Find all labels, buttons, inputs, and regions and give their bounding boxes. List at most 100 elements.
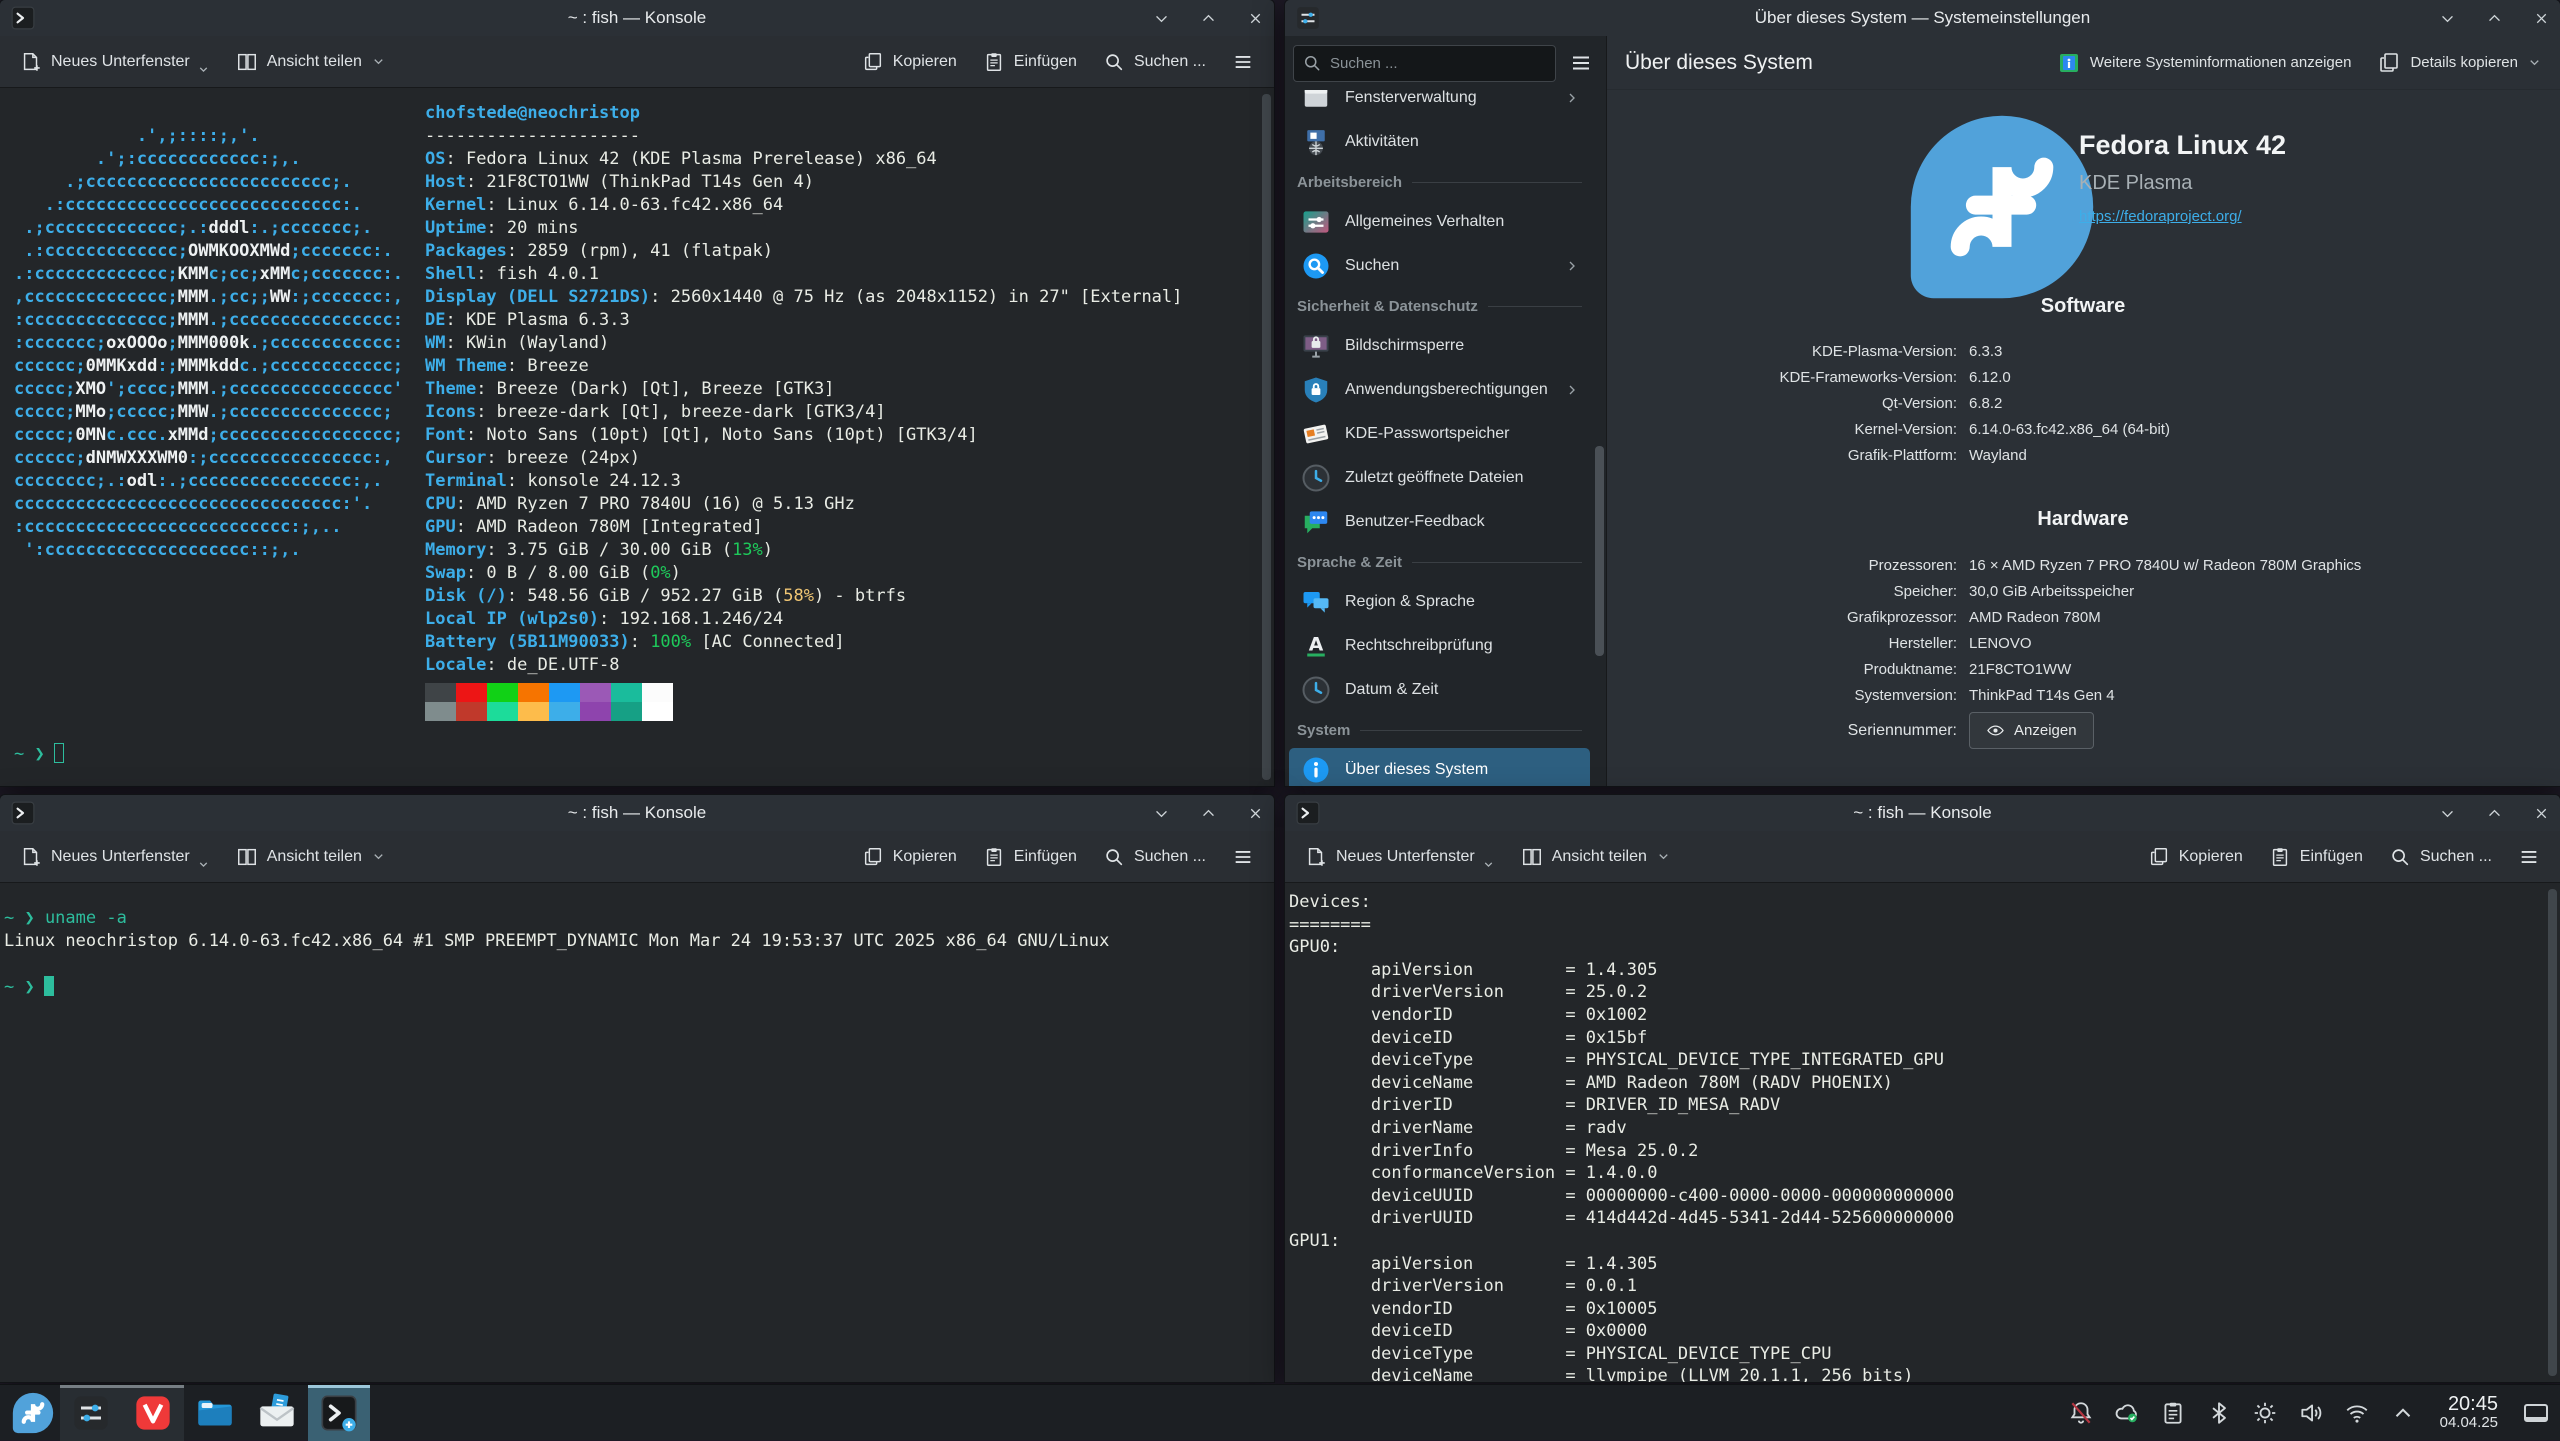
serial-show-button[interactable]: Anzeigen	[1969, 712, 2094, 749]
close-button[interactable]	[2533, 10, 2550, 27]
palette-swatch	[425, 683, 456, 702]
clipboard-icon[interactable]	[2160, 1400, 2186, 1426]
terminal-area[interactable]: ~ ❯ uname -a Linux neochristop 6.14.0-63…	[0, 883, 1274, 1382]
hardware-info-rows: Prozessoren:16 × AMD Ryzen 7 PRO 7840U w…	[1607, 552, 2560, 708]
sidebar-item-permissions[interactable]: Anwendungsberechtigungen	[1289, 368, 1590, 412]
wifi-icon[interactable]	[2344, 1400, 2370, 1426]
new-tab-button[interactable]: Neues Unterfenster	[1295, 835, 1505, 878]
minimize-button[interactable]	[2439, 10, 2456, 27]
task-vivaldi[interactable]	[122, 1385, 184, 1441]
chevron-down-icon	[1656, 849, 1671, 864]
copy-button[interactable]: Kopieren	[2138, 839, 2253, 875]
brightness-icon[interactable]	[2252, 1400, 2278, 1426]
paste-button[interactable]: Einfügen	[2259, 839, 2373, 875]
copy-icon	[2148, 846, 2170, 868]
more-system-info-button[interactable]: Weitere Systeminformationen anzeigen	[2057, 51, 2352, 75]
language-icon	[1301, 587, 1331, 617]
hamburger-menu-button[interactable]	[1222, 839, 1264, 875]
expand-tray-icon[interactable]	[2390, 1400, 2416, 1426]
sidebar-item-screenlock[interactable]: Bildschirmsperre	[1289, 324, 1590, 368]
palette-swatch	[611, 702, 642, 721]
split-view-icon	[236, 51, 258, 73]
close-button[interactable]	[1247, 805, 1264, 822]
sidebar-item-clock[interactable]: Datum & Zeit	[1289, 668, 1590, 712]
split-view-button[interactable]: Ansicht teilen	[226, 839, 396, 875]
hamburger-menu-button[interactable]	[1222, 44, 1264, 80]
split-view-label: Ansicht teilen	[267, 848, 362, 866]
digital-clock[interactable]: 20:45 04.04.25	[2440, 1393, 2498, 1432]
search-button[interactable]: Suchen ...	[2379, 839, 2502, 875]
notifications-muted-icon[interactable]	[2068, 1400, 2094, 1426]
new-tab-button[interactable]: Neues Unterfenster	[10, 835, 220, 878]
task-konsole[interactable]	[308, 1385, 370, 1441]
search-button[interactable]: Suchen ...	[1093, 44, 1216, 80]
uname-output: Linux neochristop 6.14.0-63.fc42.x86_64 …	[4, 931, 1109, 951]
maximize-button[interactable]	[2486, 805, 2503, 822]
volume-icon[interactable]	[2298, 1400, 2324, 1426]
paste-button[interactable]: Einfügen	[973, 44, 1087, 80]
hamburger-icon	[2518, 846, 2540, 868]
hamburger-icon	[1232, 51, 1254, 73]
sidebar-menu-button[interactable]	[1564, 46, 1598, 80]
new-tab-label: Neues Unterfenster	[51, 848, 190, 866]
task-dolphin[interactable]	[184, 1385, 246, 1441]
copy-details-button[interactable]: Details kopieren	[2377, 51, 2542, 75]
scrollbar[interactable]	[1262, 94, 1271, 780]
titlebar[interactable]: ~ : fish — Konsole	[0, 795, 1274, 831]
konsole-app-icon	[10, 800, 36, 826]
minimize-button[interactable]	[1153, 805, 1170, 822]
new-tab-button[interactable]: Neues Unterfenster	[10, 40, 220, 83]
close-button[interactable]	[1247, 10, 1264, 27]
maximize-button[interactable]	[1200, 10, 1217, 27]
task-system-settings[interactable]	[60, 1385, 122, 1441]
search-icon	[2389, 846, 2411, 868]
paste-label: Einfügen	[2300, 848, 2363, 866]
close-button[interactable]	[2533, 805, 2550, 822]
titlebar[interactable]: Über dieses System — Systemeinstellungen	[1285, 0, 2560, 36]
split-view-button[interactable]: Ansicht teilen	[226, 44, 396, 80]
task-kmail[interactable]	[246, 1385, 308, 1441]
fedora-project-link[interactable]: https://fedoraproject.org/	[2079, 208, 2242, 225]
software-info-rows: KDE-Plasma-Version:6.3.3KDE-Frameworks-V…	[1607, 338, 2560, 468]
sidebar-item-language[interactable]: Region & Sprache	[1289, 580, 1590, 624]
split-view-button[interactable]: Ansicht teilen	[1511, 839, 1681, 875]
cloud-sync-icon[interactable]	[2114, 1400, 2140, 1426]
sidebar-item-feedback[interactable]: Benutzer-Feedback	[1289, 500, 1590, 544]
scrollbar[interactable]	[2548, 889, 2557, 1376]
chevron-down-icon	[1482, 858, 1495, 871]
titlebar[interactable]: ~ : fish — Konsole	[1285, 795, 2560, 831]
copy-icon	[2377, 51, 2401, 75]
terminal-area[interactable]: .',;::::;,'. .';:cccccccccccc:;,. .;cccc…	[0, 88, 1274, 786]
sidebar-item-clock[interactable]: Zuletzt geöffnete Dateien	[1289, 456, 1590, 500]
sidebar-item-behavior[interactable]: Allgemeines Verhalten	[1289, 200, 1590, 244]
search-icon	[1302, 53, 1322, 73]
titlebar[interactable]: ~ : fish — Konsole	[0, 0, 1274, 36]
application-launcher-button[interactable]	[6, 1388, 60, 1438]
hamburger-menu-button[interactable]	[2508, 839, 2550, 875]
maximize-button[interactable]	[2486, 10, 2503, 27]
sidebar-item-window[interactable]: Fensterverwaltung	[1289, 90, 1590, 120]
peek-at-desktop-button[interactable]	[2524, 1404, 2548, 1422]
settings-search-input[interactable]	[1293, 45, 1556, 82]
maximize-button[interactable]	[1200, 805, 1217, 822]
sidebar-item-info[interactable]: Über dieses System	[1289, 748, 1590, 786]
minimize-button[interactable]	[2439, 805, 2456, 822]
sidebar-item-spellcheck[interactable]: ARechtschreibprüfung	[1289, 624, 1590, 668]
sidebar-item-activities[interactable]: Aktivitäten	[1289, 120, 1590, 164]
palette-swatch	[518, 702, 549, 721]
palette-swatch	[642, 683, 673, 702]
new-tab-icon	[20, 51, 42, 73]
search-button[interactable]: Suchen ...	[1093, 839, 1216, 875]
sidebar-item-wallet[interactable]: KDE-Passwortspeicher	[1289, 412, 1590, 456]
copy-button[interactable]: Kopieren	[852, 839, 967, 875]
bluetooth-icon[interactable]	[2206, 1400, 2232, 1426]
terminal-area[interactable]: Devices: ======== GPU0: apiVersion = 1.4…	[1285, 883, 2560, 1382]
minimize-button[interactable]	[1153, 10, 1170, 27]
paste-button[interactable]: Einfügen	[973, 839, 1087, 875]
window-title: ~ : fish — Konsole	[120, 8, 1154, 28]
chevron-down-icon	[371, 54, 386, 69]
copy-button[interactable]: Kopieren	[852, 44, 967, 80]
sidebar-scrollbar[interactable]	[1595, 446, 1604, 656]
paste-label: Einfügen	[1014, 848, 1077, 866]
sidebar-item-search-blue[interactable]: Suchen	[1289, 244, 1590, 288]
